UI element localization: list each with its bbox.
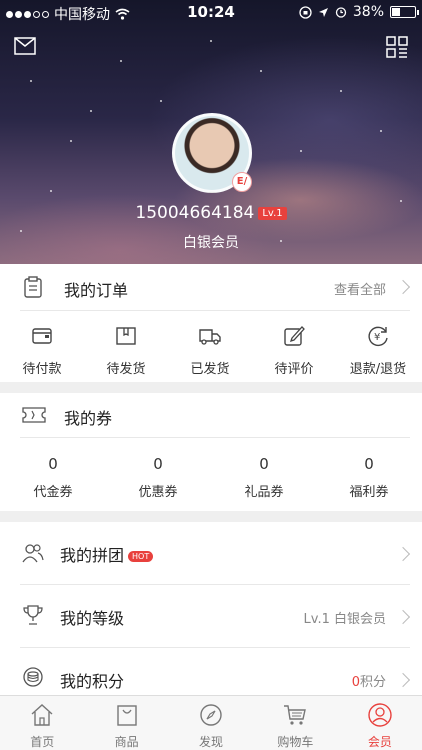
tab-bar: 首页 商品 发现 购物车 会员: [0, 695, 422, 750]
order-pending-review[interactable]: 待评价: [252, 324, 336, 377]
user-icon: [368, 703, 392, 727]
refund-icon: ¥: [368, 326, 388, 347]
tab-label: 会员: [367, 735, 392, 749]
orders-card: 我的订单 查看全部 待付款 待发货 已发货 待评价 ¥ 退款/退货: [0, 264, 422, 382]
divider: [20, 310, 410, 311]
coupon-count: 0: [153, 455, 163, 473]
chevron-right-icon: [395, 672, 411, 688]
svg-text:¥: ¥: [374, 332, 380, 343]
coupon-cash[interactable]: 0 代金券: [0, 455, 106, 500]
alarm-icon: [335, 7, 347, 18]
phone-number-row: 15004664184 Lv.1: [0, 203, 422, 223]
wallet-icon: [32, 328, 52, 344]
coupon-label: 代金券: [33, 485, 73, 500]
member-title: 白银会员: [183, 235, 239, 251]
level-badge: Lv.1: [258, 206, 287, 220]
coupons-header[interactable]: 我的券: [0, 393, 422, 437]
order-pending-payment[interactable]: 待付款: [0, 324, 84, 377]
qr-code-icon: [386, 36, 408, 58]
orders-header[interactable]: 我的订单 查看全部: [0, 264, 422, 310]
order-item-label: 待发货: [106, 362, 146, 377]
coupons-card: 我的券 0 代金券 0 优惠券 0 礼品券 0 福利券: [0, 393, 422, 511]
coupon-label: 福利券: [349, 485, 389, 500]
order-shipped[interactable]: 已发货: [168, 324, 252, 377]
coupon-label: 礼品券: [244, 485, 284, 500]
menu-item-group-buy[interactable]: 我的拼团 HOT: [0, 522, 422, 584]
ticket-icon: [22, 407, 46, 423]
order-item-label: 待评价: [274, 362, 314, 377]
menu-item-points[interactable]: 我的积分 0积分: [0, 648, 422, 698]
coupon-count: 0: [48, 455, 58, 473]
coupon-welfare[interactable]: 0 福利券: [316, 455, 422, 500]
chevron-right-icon: [395, 609, 411, 625]
orientation-lock-icon: [299, 5, 312, 19]
points-unit: 积分: [359, 675, 386, 690]
tab-label: 购物车: [277, 735, 314, 749]
tab-products[interactable]: 商品: [84, 696, 168, 750]
tab-discover[interactable]: 发现: [169, 696, 253, 750]
view-all-orders-link[interactable]: 查看全部: [334, 279, 386, 298]
location-icon: [318, 7, 328, 17]
battery-icon: [390, 6, 419, 18]
orders-title: 我的订单: [64, 281, 129, 300]
order-refund[interactable]: ¥ 退款/退货: [336, 324, 420, 377]
order-pending-shipment[interactable]: 待发货: [84, 324, 168, 377]
tab-cart[interactable]: 购物车: [253, 696, 337, 750]
compass-icon: [200, 704, 222, 726]
group-buy-label: 我的拼团: [60, 546, 125, 565]
group-icon: [22, 544, 44, 563]
bag-icon: [116, 705, 137, 726]
home-icon: [31, 704, 53, 726]
menu-label: 我的拼团 HOT: [60, 542, 154, 566]
coupon-label: 优惠券: [138, 485, 178, 500]
profile-header: 中国移动 10:24 38% E/ 15004664184 Lv.1 白银会员: [0, 0, 422, 264]
points-value: 0积分: [352, 671, 386, 690]
hot-badge: HOT: [128, 551, 154, 562]
order-status-row: 待付款 待发货 已发货 待评价 ¥ 退款/退货: [0, 324, 422, 384]
coupon-count: 0: [364, 455, 374, 473]
points-label: 我的积分: [60, 672, 125, 691]
tab-home[interactable]: 首页: [0, 696, 84, 750]
status-bar: 中国移动 10:24 38%: [0, 0, 422, 24]
coupon-gift[interactable]: 0 礼品券: [211, 455, 317, 500]
coins-icon: [23, 667, 43, 687]
points-number: 0: [351, 675, 360, 690]
level-value: Lv.1 白银会员: [303, 612, 386, 627]
phone-number: 15004664184: [135, 203, 255, 223]
mail-icon: [14, 37, 36, 55]
clipboard-icon: [24, 276, 42, 298]
battery-percent: 38%: [352, 4, 384, 20]
chevron-right-icon: [395, 546, 411, 562]
coupon-count: 0: [259, 455, 269, 473]
coupon-discount[interactable]: 0 优惠券: [105, 455, 211, 500]
chevron-right-icon: [395, 279, 411, 295]
qr-code-button[interactable]: [386, 36, 408, 58]
tab-member[interactable]: 会员: [338, 696, 422, 750]
message-button[interactable]: [14, 37, 36, 55]
trophy-icon: [23, 605, 43, 625]
divider: [20, 437, 410, 438]
tab-label: 商品: [114, 735, 139, 749]
avatar-badge: E/: [232, 172, 252, 192]
coupons-title: 我的券: [64, 409, 113, 428]
order-item-label: 待付款: [22, 362, 62, 377]
order-item-label: 已发货: [190, 362, 230, 377]
package-icon: [116, 327, 136, 345]
truck-icon: [199, 329, 221, 345]
menu-item-level[interactable]: 我的等级 Lv.1 白银会员: [0, 585, 422, 647]
edit-icon: [284, 326, 305, 346]
order-item-label: 退款/退货: [349, 362, 407, 377]
tab-label: 发现: [199, 735, 224, 749]
cart-icon: [284, 705, 307, 725]
level-label: 我的等级: [60, 609, 125, 628]
tab-label: 首页: [30, 735, 55, 749]
